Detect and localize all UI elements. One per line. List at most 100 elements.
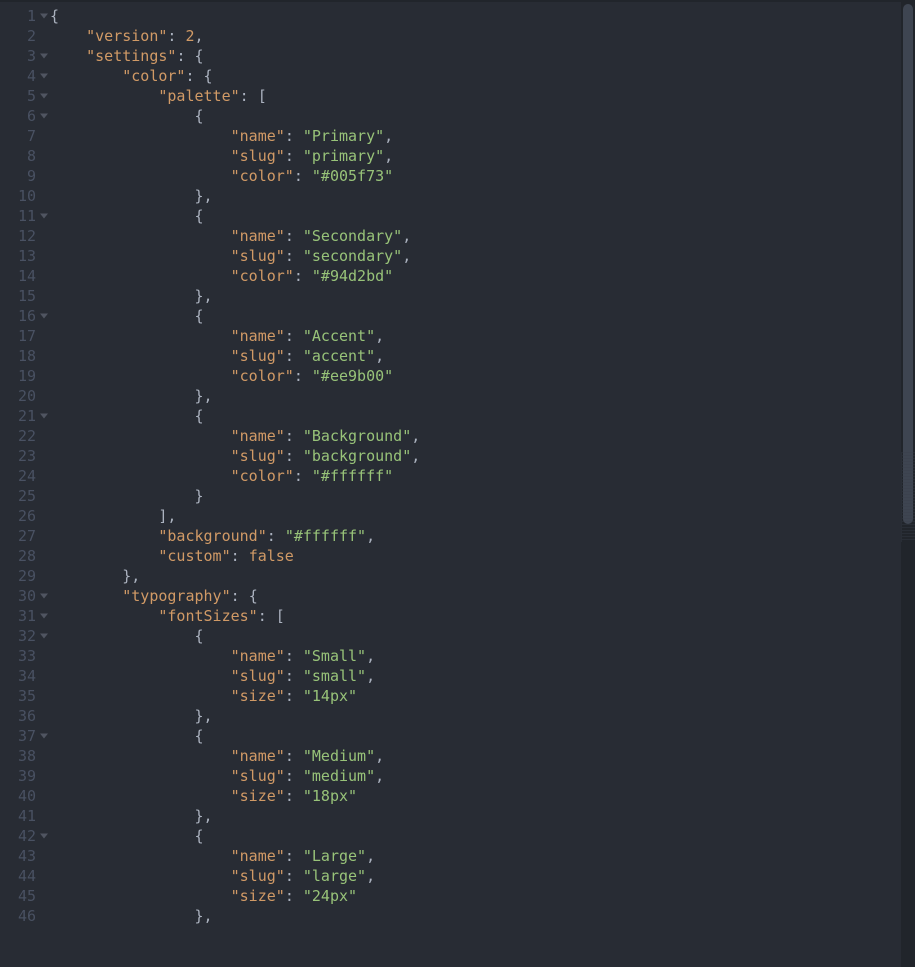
vertical-scrollbar-thumb[interactable] bbox=[903, 4, 913, 524]
line-number[interactable]: 24 bbox=[0, 466, 42, 486]
code-line[interactable]: }, bbox=[50, 806, 915, 826]
code-line[interactable]: { bbox=[50, 626, 915, 646]
code-line[interactable]: }, bbox=[50, 706, 915, 726]
code-line[interactable]: "background": "#ffffff", bbox=[50, 526, 915, 546]
line-number[interactable]: 1 bbox=[0, 6, 42, 26]
code-line[interactable]: "slug": "large", bbox=[50, 866, 915, 886]
line-number[interactable]: 14 bbox=[0, 266, 42, 286]
line-number[interactable]: 13 bbox=[0, 246, 42, 266]
code-line[interactable]: "name": "Accent", bbox=[50, 326, 915, 346]
line-number[interactable]: 35 bbox=[0, 686, 42, 706]
code-line[interactable]: "color": "#ffffff" bbox=[50, 466, 915, 486]
code-line[interactable]: "slug": "medium", bbox=[50, 766, 915, 786]
line-number[interactable]: 5 bbox=[0, 86, 42, 106]
line-number[interactable]: 37 bbox=[0, 726, 42, 746]
line-number[interactable]: 9 bbox=[0, 166, 42, 186]
code-area[interactable]: { "version": 2, "settings": { "color": {… bbox=[42, 0, 915, 967]
line-number[interactable]: 28 bbox=[0, 546, 42, 566]
line-number[interactable]: 33 bbox=[0, 646, 42, 666]
code-line[interactable]: "name": "Large", bbox=[50, 846, 915, 866]
line-number[interactable]: 16 bbox=[0, 306, 42, 326]
code-line[interactable]: }, bbox=[50, 286, 915, 306]
code-line[interactable]: }, bbox=[50, 186, 915, 206]
code-line[interactable]: { bbox=[50, 106, 915, 126]
code-line[interactable]: "name": "Background", bbox=[50, 426, 915, 446]
line-number[interactable]: 8 bbox=[0, 146, 42, 166]
line-number[interactable]: 39 bbox=[0, 766, 42, 786]
line-number[interactable]: 31 bbox=[0, 606, 42, 626]
line-number[interactable]: 43 bbox=[0, 846, 42, 866]
code-line[interactable]: "name": "Secondary", bbox=[50, 226, 915, 246]
line-number[interactable]: 20 bbox=[0, 386, 42, 406]
code-line[interactable]: }, bbox=[50, 906, 915, 926]
line-number[interactable]: 26 bbox=[0, 506, 42, 526]
code-line[interactable]: { bbox=[50, 826, 915, 846]
line-number[interactable]: 10 bbox=[0, 186, 42, 206]
code-line[interactable]: "name": "Small", bbox=[50, 646, 915, 666]
code-line[interactable]: "slug": "background", bbox=[50, 446, 915, 466]
code-line[interactable]: { bbox=[50, 726, 915, 746]
line-number[interactable]: 38 bbox=[0, 746, 42, 766]
line-number[interactable]: 32 bbox=[0, 626, 42, 646]
line-number[interactable]: 40 bbox=[0, 786, 42, 806]
code-line[interactable]: "settings": { bbox=[50, 46, 915, 66]
line-number[interactable]: 19 bbox=[0, 366, 42, 386]
code-line[interactable]: "slug": "small", bbox=[50, 666, 915, 686]
line-number-gutter[interactable]: 1234567891011121314151617181920212223242… bbox=[0, 0, 42, 967]
line-number-text: 4 bbox=[18, 66, 36, 86]
code-line[interactable]: "size": "14px" bbox=[50, 686, 915, 706]
code-line[interactable]: }, bbox=[50, 566, 915, 586]
code-line[interactable]: "color": "#94d2bd" bbox=[50, 266, 915, 286]
code-line[interactable]: { bbox=[50, 306, 915, 326]
line-number[interactable]: 12 bbox=[0, 226, 42, 246]
line-number[interactable]: 17 bbox=[0, 326, 42, 346]
line-number[interactable]: 30 bbox=[0, 586, 42, 606]
code-line[interactable]: "color": "#ee9b00" bbox=[50, 366, 915, 386]
vertical-scrollbar-track[interactable] bbox=[901, 0, 915, 967]
line-number[interactable]: 46 bbox=[0, 906, 42, 926]
line-number[interactable]: 2 bbox=[0, 26, 42, 46]
line-number[interactable]: 3 bbox=[0, 46, 42, 66]
line-number[interactable]: 45 bbox=[0, 886, 42, 906]
line-number[interactable]: 23 bbox=[0, 446, 42, 466]
line-number[interactable]: 29 bbox=[0, 566, 42, 586]
line-number[interactable]: 41 bbox=[0, 806, 42, 826]
code-line[interactable]: "color": { bbox=[50, 66, 915, 86]
line-number-text: 6 bbox=[18, 106, 36, 126]
code-line[interactable]: "size": "24px" bbox=[50, 886, 915, 906]
code-line[interactable]: "custom": false bbox=[50, 546, 915, 566]
code-line[interactable]: "slug": "accent", bbox=[50, 346, 915, 366]
line-number[interactable]: 7 bbox=[0, 126, 42, 146]
line-number[interactable]: 18 bbox=[0, 346, 42, 366]
code-line[interactable]: "typography": { bbox=[50, 586, 915, 606]
line-number[interactable]: 36 bbox=[0, 706, 42, 726]
code-editor[interactable]: 1234567891011121314151617181920212223242… bbox=[0, 0, 915, 967]
line-number[interactable]: 6 bbox=[0, 106, 42, 126]
line-number[interactable]: 4 bbox=[0, 66, 42, 86]
line-number[interactable]: 22 bbox=[0, 426, 42, 446]
code-line[interactable]: "color": "#005f73" bbox=[50, 166, 915, 186]
code-line[interactable]: "size": "18px" bbox=[50, 786, 915, 806]
code-line[interactable]: "palette": [ bbox=[50, 86, 915, 106]
code-line[interactable]: "name": "Medium", bbox=[50, 746, 915, 766]
line-number[interactable]: 34 bbox=[0, 666, 42, 686]
line-number[interactable]: 44 bbox=[0, 866, 42, 886]
line-number[interactable]: 25 bbox=[0, 486, 42, 506]
code-line[interactable]: "version": 2, bbox=[50, 26, 915, 46]
line-number[interactable]: 42 bbox=[0, 826, 42, 846]
code-line[interactable]: "fontSizes": [ bbox=[50, 606, 915, 626]
line-number[interactable]: 11 bbox=[0, 206, 42, 226]
code-line[interactable]: { bbox=[50, 6, 915, 26]
line-number[interactable]: 15 bbox=[0, 286, 42, 306]
code-line[interactable]: }, bbox=[50, 386, 915, 406]
code-line[interactable]: { bbox=[50, 206, 915, 226]
code-line[interactable]: ], bbox=[50, 506, 915, 526]
line-number[interactable]: 21 bbox=[0, 406, 42, 426]
line-number[interactable]: 27 bbox=[0, 526, 42, 546]
code-line[interactable]: "slug": "primary", bbox=[50, 146, 915, 166]
code-line[interactable]: { bbox=[50, 406, 915, 426]
line-number-text: 12 bbox=[18, 226, 36, 246]
code-line[interactable]: } bbox=[50, 486, 915, 506]
code-line[interactable]: "slug": "secondary", bbox=[50, 246, 915, 266]
code-line[interactable]: "name": "Primary", bbox=[50, 126, 915, 146]
